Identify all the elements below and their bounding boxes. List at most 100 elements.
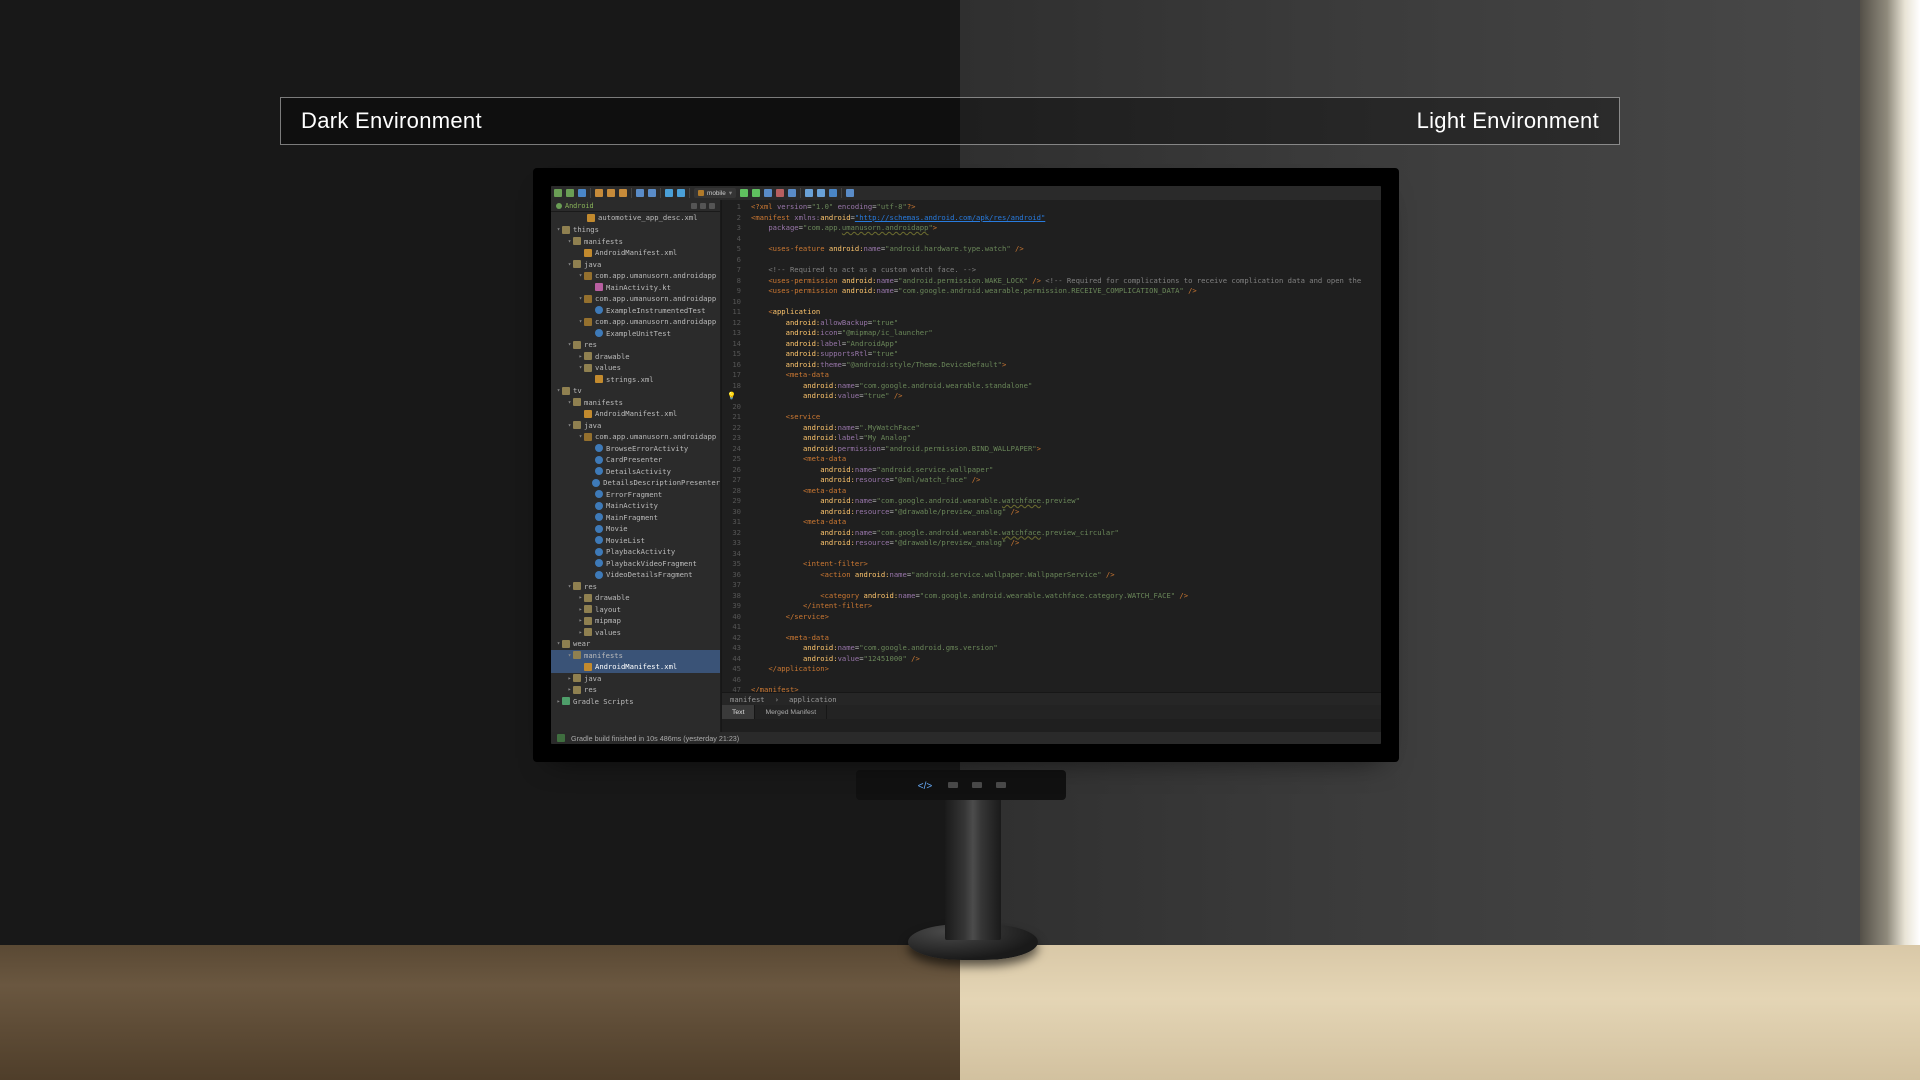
tree-item[interactable]: MovieList — [551, 535, 720, 547]
tree-item[interactable]: ▾things — [551, 224, 720, 236]
apply-icon[interactable] — [752, 189, 760, 197]
tree-item[interactable]: AndroidManifest.xml — [551, 661, 720, 673]
tree-item[interactable]: PlaybackVideoFragment — [551, 558, 720, 570]
tree-item[interactable]: VideoDetailsFragment — [551, 569, 720, 581]
file-icon[interactable] — [554, 189, 562, 197]
tree-item[interactable]: MainFragment — [551, 512, 720, 524]
debug-icon[interactable] — [764, 189, 772, 197]
hide-icon[interactable] — [709, 203, 715, 209]
collapse-icon[interactable] — [700, 203, 706, 209]
tree-item[interactable]: ▾com.app.umanusorn.androidapp — [551, 293, 720, 305]
tree-item[interactable]: ▸Gradle Scripts — [551, 696, 720, 708]
profile-icon[interactable] — [788, 189, 796, 197]
tree-item[interactable]: AndroidManifest.xml — [551, 247, 720, 259]
caret-icon[interactable]: ▾ — [566, 583, 573, 590]
breadcrumb-row[interactable]: automotive_app_desc.xml — [551, 212, 720, 223]
tree-item[interactable]: ▸drawable — [551, 592, 720, 604]
copy-icon[interactable] — [607, 189, 615, 197]
paste-icon[interactable] — [619, 189, 627, 197]
tree-item[interactable]: ExampleInstrumentedTest — [551, 305, 720, 317]
caret-icon[interactable]: ▾ — [566, 341, 573, 348]
avd-icon[interactable] — [805, 189, 813, 197]
monitor-button[interactable] — [972, 782, 982, 788]
tree-item[interactable]: MainActivity.kt — [551, 282, 720, 294]
caret-icon[interactable]: ▸ — [577, 617, 584, 624]
caret-icon[interactable]: ▸ — [555, 698, 562, 705]
caret-icon[interactable]: ▾ — [577, 318, 584, 325]
caret-icon[interactable]: ▸ — [566, 686, 573, 693]
tree-item[interactable]: ▾res — [551, 581, 720, 593]
code-area[interactable]: <?xml version="1.0" encoding="utf-8"?><m… — [745, 200, 1381, 732]
tree-item[interactable]: ▾manifests — [551, 236, 720, 248]
code-editor[interactable]: 123456789101112131415161718💡202122232425… — [721, 200, 1381, 732]
tree-item[interactable]: ▾res — [551, 339, 720, 351]
tree-item[interactable]: ▸layout — [551, 604, 720, 616]
tree-item[interactable]: ▾wear — [551, 638, 720, 650]
crumb[interactable]: application — [789, 695, 837, 704]
tree-item[interactable]: ▾values — [551, 362, 720, 374]
caret-icon[interactable]: ▾ — [555, 226, 562, 233]
cut-icon[interactable] — [595, 189, 603, 197]
tree-item[interactable]: ▸res — [551, 684, 720, 696]
caret-icon[interactable]: ▸ — [566, 675, 573, 682]
tree-item[interactable]: ▸java — [551, 673, 720, 685]
caret-icon[interactable]: ▾ — [577, 364, 584, 371]
caret-icon[interactable]: ▾ — [577, 295, 584, 302]
tree-item[interactable]: MainActivity — [551, 500, 720, 512]
tree-item[interactable]: ▸values — [551, 627, 720, 639]
tree-item[interactable]: ▸mipmap — [551, 615, 720, 627]
back-icon[interactable] — [665, 189, 673, 197]
editor-tab[interactable]: Merged Manifest — [755, 705, 827, 719]
tree-item[interactable]: DetailsDescriptionPresenter — [551, 477, 720, 489]
project-sidebar[interactable]: Android automotive_app_desc.xml ▾things▾… — [551, 200, 721, 732]
bulb-icon[interactable]: 💡 — [722, 391, 741, 402]
project-view-header[interactable]: Android — [551, 200, 720, 212]
caret-icon[interactable]: ▾ — [566, 652, 573, 659]
tree-item[interactable]: strings.xml — [551, 374, 720, 386]
tree-item[interactable]: ▾com.app.umanusorn.androidapp — [551, 270, 720, 282]
tree-item[interactable]: PlaybackActivity — [551, 546, 720, 558]
tree-item[interactable]: ▾java — [551, 420, 720, 432]
open-icon[interactable] — [566, 189, 574, 197]
monitor-button[interactable] — [948, 782, 958, 788]
crumb[interactable]: manifest — [730, 695, 765, 704]
caret-icon[interactable]: ▾ — [577, 272, 584, 279]
tree-item[interactable]: ▾com.app.umanusorn.androidapp — [551, 316, 720, 328]
tree-item[interactable]: ▾manifests — [551, 397, 720, 409]
tree-item[interactable]: ErrorFragment — [551, 489, 720, 501]
tree-item[interactable]: AndroidManifest.xml — [551, 408, 720, 420]
run-config-select[interactable]: mobile▾ — [694, 188, 736, 198]
caret-icon[interactable]: ▾ — [555, 387, 562, 394]
tree-item[interactable]: ▾manifests — [551, 650, 720, 662]
tree-item[interactable]: CardPresenter — [551, 454, 720, 466]
gear-icon[interactable] — [691, 203, 697, 209]
save-icon[interactable] — [578, 189, 586, 197]
caret-icon[interactable]: ▸ — [577, 594, 584, 601]
replace-icon[interactable] — [648, 189, 656, 197]
caret-icon[interactable]: ▾ — [577, 433, 584, 440]
tree-item[interactable]: ▾java — [551, 259, 720, 271]
tree-item[interactable]: ExampleUnitTest — [551, 328, 720, 340]
stop-icon[interactable] — [776, 189, 784, 197]
tree-item[interactable]: BrowseErrorActivity — [551, 443, 720, 455]
caret-icon[interactable]: ▾ — [566, 238, 573, 245]
caret-icon[interactable]: ▸ — [577, 629, 584, 636]
tree-item[interactable]: Movie — [551, 523, 720, 535]
sdk-icon[interactable] — [817, 189, 825, 197]
sync-icon[interactable] — [829, 189, 837, 197]
tree-item[interactable]: DetailsActivity — [551, 466, 720, 478]
find-icon[interactable] — [636, 189, 644, 197]
caret-icon[interactable]: ▸ — [577, 606, 584, 613]
caret-icon[interactable]: ▾ — [555, 640, 562, 647]
editor-tab[interactable]: Text — [722, 705, 755, 719]
caret-icon[interactable]: ▾ — [566, 422, 573, 429]
project-tree[interactable]: ▾things▾manifestsAndroidManifest.xml▾jav… — [551, 223, 720, 708]
run-icon[interactable] — [740, 189, 748, 197]
caret-icon[interactable]: ▸ — [577, 353, 584, 360]
monitor-button[interactable] — [996, 782, 1006, 788]
forward-icon[interactable] — [677, 189, 685, 197]
tree-item[interactable]: ▾tv — [551, 385, 720, 397]
caret-icon[interactable]: ▾ — [566, 399, 573, 406]
caret-icon[interactable]: ▾ — [566, 261, 573, 268]
tree-item[interactable]: ▾com.app.umanusorn.androidapp — [551, 431, 720, 443]
